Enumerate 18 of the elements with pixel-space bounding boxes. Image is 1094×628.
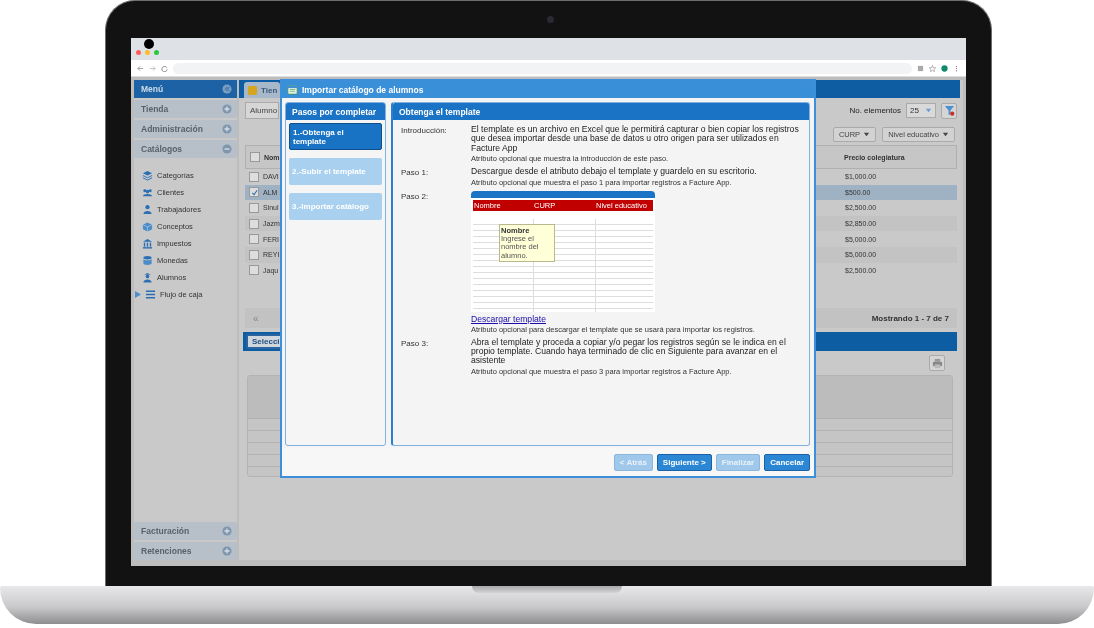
- step-text: Abra el template y proceda a copiar y/o pegar los registros según se le indica en el propio template. Cuando haya terminado de clic en Siguiente para avanzar en el asistente: [471, 337, 787, 366]
- field-label: Paso 3:: [401, 337, 430, 350]
- section-title: Tienda: [141, 104, 169, 114]
- panel-header: Obtenga el template: [393, 103, 809, 120]
- field-label: Paso 1:: [401, 167, 430, 180]
- field-label: Introducción:: [401, 125, 448, 137]
- step-text: Descargue desde el atributo debajo el template y guardelo en su escritorio.: [471, 167, 758, 177]
- record-count: Mostrando 1 - 7 de 7: [871, 313, 949, 323]
- section-title: Retenciones: [141, 546, 192, 556]
- menu-title: Menú: [141, 84, 164, 94]
- section-title: Facturación: [141, 526, 190, 536]
- field-label: Paso 2:: [401, 190, 430, 203]
- page-size-label: No. elementos: [849, 106, 901, 115]
- steps-header: Pasos por completar: [286, 103, 385, 120]
- step-text: El template es un archivo en Excel que le permitirá capturar o bien copiar los registros que desea importar desde una base de datos u otro origen para ser utilizados en Facture App: [471, 125, 800, 154]
- section-title: Administración: [141, 124, 203, 134]
- section-title: Catálogos: [141, 144, 183, 154]
- dialog-title: Importar catálogo de alumnos: [302, 84, 424, 95]
